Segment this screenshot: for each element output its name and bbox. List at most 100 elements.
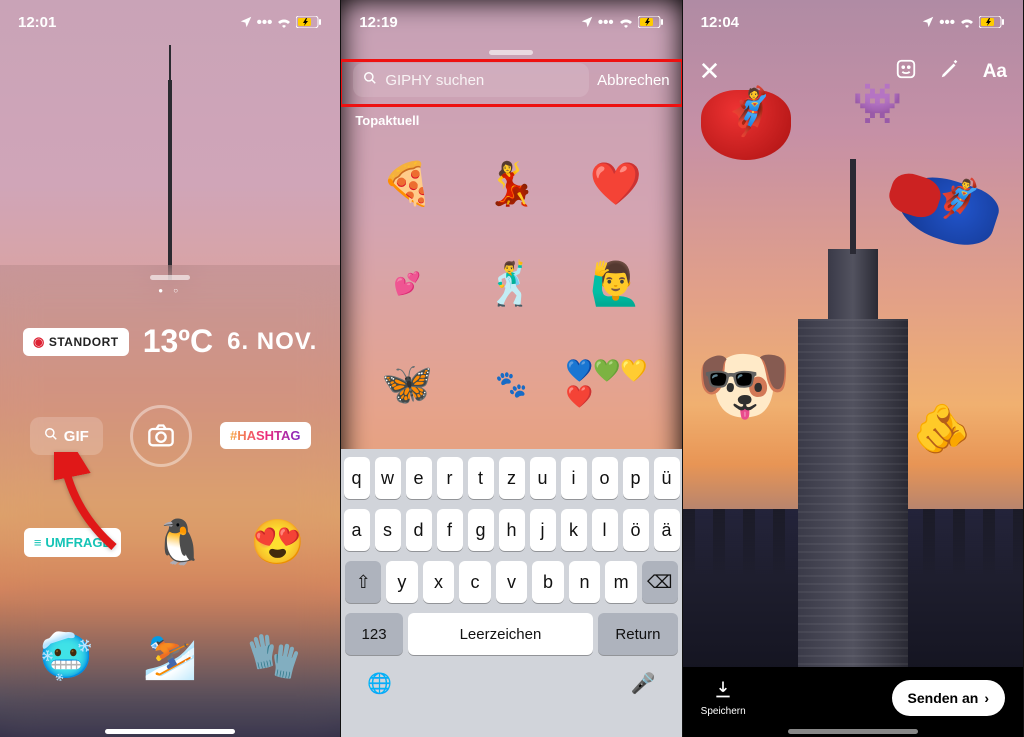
draw-icon[interactable] bbox=[939, 58, 961, 86]
sticker-drawer[interactable]: ● ○ ◉ STANDORT 13ºC 6. NOV. GIF #HASHTAG bbox=[0, 265, 340, 737]
key-j[interactable]: j bbox=[530, 509, 556, 551]
sheet-handle[interactable] bbox=[489, 50, 533, 55]
space-key[interactable]: Leerzeichen bbox=[408, 613, 593, 655]
send-to-button[interactable]: Senden an › bbox=[892, 680, 1005, 716]
key-b[interactable]: b bbox=[532, 561, 564, 603]
signal-icon: ••• bbox=[598, 14, 614, 31]
globe-icon[interactable]: 🌐 bbox=[367, 671, 392, 696]
key-p[interactable]: p bbox=[623, 457, 649, 499]
gif-wings[interactable]: 🦋 bbox=[357, 344, 457, 424]
search-icon bbox=[363, 71, 377, 89]
key-y[interactable]: y bbox=[386, 561, 418, 603]
key-a[interactable]: a bbox=[344, 509, 370, 551]
drawer-handle[interactable] bbox=[150, 275, 190, 280]
status-right: ••• bbox=[580, 14, 664, 31]
key-i[interactable]: i bbox=[561, 457, 587, 499]
key-w[interactable]: w bbox=[375, 457, 401, 499]
numbers-key[interactable]: 123 bbox=[345, 613, 402, 655]
search-placeholder: GIPHY suchen bbox=[385, 72, 484, 89]
search-icon bbox=[44, 427, 58, 445]
giphy-search-input[interactable]: GIPHY suchen bbox=[353, 63, 589, 97]
key-n[interactable]: n bbox=[569, 561, 601, 603]
location-arrow-icon bbox=[239, 15, 253, 29]
status-right: ••• bbox=[921, 14, 1005, 31]
gif-dog-sunglasses[interactable] bbox=[689, 340, 819, 432]
gif-lisa[interactable]: 💃 bbox=[461, 144, 561, 224]
location-sticker[interactable]: ◉ STANDORT bbox=[23, 328, 129, 356]
key-ü[interactable]: ü bbox=[654, 457, 680, 499]
hashtag-sticker[interactable]: #HASHTAG bbox=[220, 422, 311, 449]
gif-heart-face[interactable]: ❤️ bbox=[566, 144, 666, 224]
key-s[interactable]: s bbox=[375, 509, 401, 551]
key-q[interactable]: q bbox=[344, 457, 370, 499]
clock: 12:01 bbox=[18, 14, 56, 31]
return-key[interactable]: Return bbox=[598, 613, 677, 655]
gif-dancer[interactable]: 🕺 bbox=[461, 244, 561, 324]
key-c[interactable]: c bbox=[459, 561, 491, 603]
sticker-penguin-scarf[interactable]: 🐧 bbox=[141, 503, 219, 581]
key-d[interactable]: d bbox=[406, 509, 432, 551]
sticker-icon[interactable] bbox=[895, 58, 917, 86]
key-o[interactable]: o bbox=[592, 457, 618, 499]
wifi-icon bbox=[276, 16, 292, 28]
text-tool-button[interactable]: Aa bbox=[983, 61, 1007, 83]
key-z[interactable]: z bbox=[499, 457, 525, 499]
phone-screen-story-edit: 12:04 ••• ✕ Aa 👾 🫵 Speichern Senden an › bbox=[683, 0, 1024, 737]
key-x[interactable]: x bbox=[423, 561, 455, 603]
signal-icon: ••• bbox=[939, 14, 955, 31]
pin-icon: ◉ bbox=[33, 334, 45, 350]
cancel-button[interactable]: Abbrechen bbox=[597, 72, 670, 89]
close-button[interactable]: ✕ bbox=[699, 56, 721, 87]
status-bar: 12:04 ••• bbox=[683, 0, 1023, 44]
key-k[interactable]: k bbox=[561, 509, 587, 551]
key-g[interactable]: g bbox=[468, 509, 494, 551]
sticker-penguin-cold[interactable]: 🥶 bbox=[27, 617, 105, 695]
sticker-penguin-hearteyes[interactable]: 😍 bbox=[238, 503, 316, 581]
key-ö[interactable]: ö bbox=[623, 509, 649, 551]
key-e[interactable]: e bbox=[406, 457, 432, 499]
date-sticker[interactable]: 6. NOV. bbox=[227, 328, 317, 356]
gif-pizza[interactable]: 🍕 bbox=[357, 144, 457, 224]
search-row-highlighted: GIPHY suchen Abbrechen bbox=[341, 61, 681, 105]
key-v[interactable]: v bbox=[496, 561, 528, 603]
status-right: ••• bbox=[239, 14, 323, 31]
gif-sticker-button[interactable]: GIF bbox=[30, 417, 103, 455]
temperature-sticker[interactable]: 13ºC bbox=[143, 323, 213, 360]
signal-icon: ••• bbox=[257, 14, 273, 31]
gif-drake[interactable]: 🙋‍♂️ bbox=[566, 244, 666, 324]
gif-results-grid: 🍕 💃 ❤️ 💕 🕺 🙋‍♂️ 🦋 🐾 💙💚💛❤️ bbox=[341, 138, 681, 434]
key-ä[interactable]: ä bbox=[654, 509, 680, 551]
mic-icon[interactable]: 🎤 bbox=[631, 671, 656, 696]
download-icon bbox=[713, 679, 733, 702]
gif-rainbow-hearts[interactable]: 💙💚💛❤️ bbox=[566, 344, 666, 424]
gif-man-pointing[interactable]: 🫵 bbox=[887, 400, 997, 457]
shift-key[interactable]: ⇧ bbox=[345, 561, 381, 603]
story-bottom-bar: Speichern Senden an › bbox=[683, 667, 1023, 737]
key-u[interactable]: u bbox=[530, 457, 556, 499]
home-indicator[interactable] bbox=[105, 729, 235, 734]
sticker-penguin-ski[interactable]: ⛷️ bbox=[131, 617, 209, 695]
key-r[interactable]: r bbox=[437, 457, 463, 499]
camera-sticker[interactable] bbox=[130, 405, 192, 467]
key-h[interactable]: h bbox=[499, 509, 525, 551]
clock: 12:04 bbox=[701, 14, 739, 31]
gif-sparkle-hearts[interactable]: 💕 bbox=[357, 244, 457, 324]
key-m[interactable]: m bbox=[605, 561, 637, 603]
location-arrow-icon bbox=[580, 15, 594, 29]
trending-label: Topaktuell bbox=[355, 113, 681, 128]
sticker-mittens-heart[interactable]: 🧤 bbox=[235, 617, 313, 695]
sticker-row-1: ◉ STANDORT 13ºC 6. NOV. bbox=[0, 323, 340, 360]
save-button[interactable]: Speichern bbox=[701, 679, 746, 717]
gif-superman-flying[interactable] bbox=[701, 90, 821, 160]
key-t[interactable]: t bbox=[468, 457, 494, 499]
keyboard[interactable]: qwertzuiopü asdfghjklöä ⇧ yxcvbnm ⌫ 123 … bbox=[341, 449, 681, 737]
key-l[interactable]: l bbox=[592, 509, 618, 551]
gif-superman-horizontal[interactable] bbox=[897, 180, 1017, 240]
key-f[interactable]: f bbox=[437, 509, 463, 551]
page-dots: ● ○ bbox=[0, 286, 340, 295]
backspace-key[interactable]: ⌫ bbox=[642, 561, 678, 603]
gif-pixel-character[interactable]: 👾 bbox=[843, 80, 913, 127]
gif-hidden[interactable]: 🐾 bbox=[461, 344, 561, 424]
sticker-row-3: ≡ UMFRAGE 🐧 😍 bbox=[0, 503, 340, 581]
home-indicator[interactable] bbox=[788, 729, 918, 734]
